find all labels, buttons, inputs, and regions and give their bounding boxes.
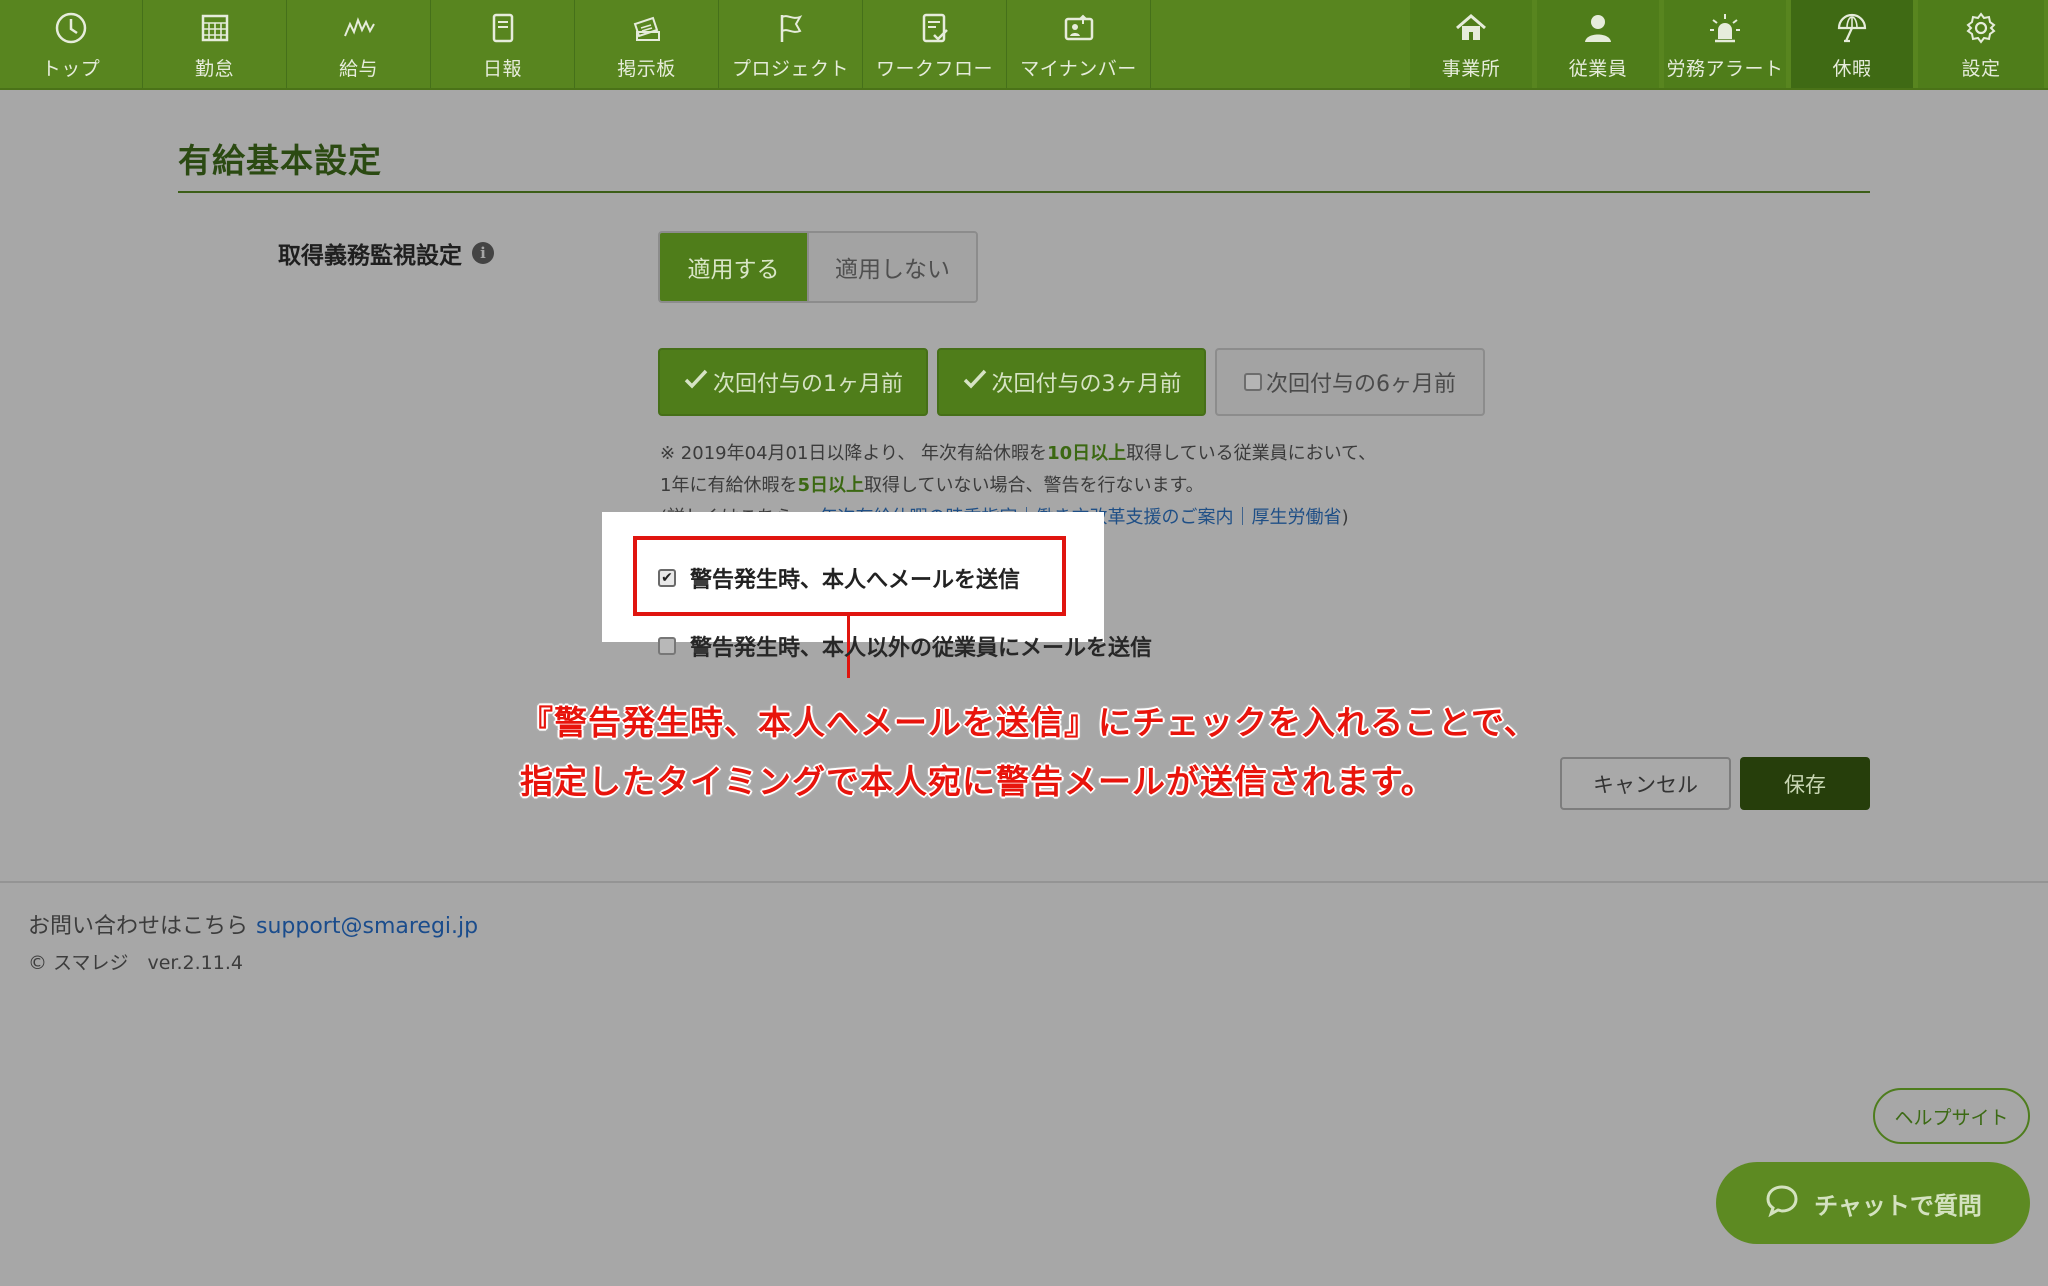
empty-checkbox-icon [1244, 373, 1262, 391]
nav-item-office[interactable]: 事業所 [1410, 0, 1532, 88]
contact-line: お問い合わせはこちら support@smaregi.jp [28, 908, 478, 940]
note-text: ) [1341, 507, 1349, 528]
clock-icon [51, 8, 91, 48]
checkmark-icon [962, 366, 988, 398]
nav-item-project[interactable]: プロジェクト [719, 0, 863, 88]
timing-6-month-button[interactable]: 次回付与の6ヶ月前 [1215, 348, 1485, 416]
nav-item-workflow[interactable]: ワークフロー [863, 0, 1007, 88]
nav-label: 休暇 [1832, 57, 1872, 80]
notify-others-label: 警告発生時、本人以外の従業員にメールを送信 [690, 636, 1153, 661]
timing-label: 次回付与の1ヶ月前 [713, 372, 903, 397]
zigzag-chart-icon [339, 8, 379, 48]
nav-item-board[interactable]: 掲示板 [575, 0, 719, 88]
nav-item-labor-alert[interactable]: 労務アラート [1664, 0, 1786, 88]
nav-label: トップ [41, 57, 101, 80]
notify-others-option[interactable]: 警告発生時、本人以外の従業員にメールを送信 [658, 630, 1152, 662]
copyright: © スマレジ ver.2.11.4 [28, 952, 243, 974]
chat-bubble-icon [1764, 1182, 1800, 1224]
nav-label: 従業員 [1568, 57, 1628, 80]
annotation-line-2: 指定したタイミングで本人宛に警告メールが送信されます。 [520, 762, 1435, 801]
apply-off-button[interactable]: 適用しない [807, 233, 976, 301]
support-email-link[interactable]: support@smaregi.jp [256, 914, 478, 939]
info-icon[interactable]: i [472, 242, 494, 264]
nav-label: マイナンバー [1020, 57, 1137, 80]
timing-label: 次回付与の6ヶ月前 [1266, 372, 1456, 397]
timing-3-month-button[interactable]: 次回付与の3ヶ月前 [937, 348, 1206, 416]
timing-label: 次回付与の3ヶ月前 [991, 372, 1182, 397]
help-site-button[interactable]: ヘルプサイト [1873, 1088, 2030, 1144]
person-icon [1578, 8, 1618, 48]
nav-label: ワークフロー [875, 57, 993, 80]
nav-item-attendance[interactable]: 勤怠 [143, 0, 287, 88]
note-highlight: 5日以上 [797, 475, 864, 496]
field-label: 取得義務監視設定 i [278, 236, 494, 270]
footer-divider [0, 881, 2048, 883]
page-title: 有給基本設定 [178, 141, 382, 180]
note-text: 取得していない場合、警告を行ないます。 [863, 475, 1204, 496]
nav-label: 掲示板 [617, 57, 676, 80]
note-text: 取得している従業員において、 [1126, 443, 1377, 464]
top-navigation: トップ 勤怠 給与 日報 掲示板 プロジェクト ワークフロー マイナンバー 事業… [0, 0, 2048, 90]
note-text: 1年に有給休暇を [660, 475, 798, 496]
note-line-2: 1年に有給休暇を5日以上取得していない場合、警告を行ないます。 [660, 470, 1376, 502]
nav-label: プロジェクト [731, 57, 849, 80]
nav-item-settings[interactable]: 設定 [1918, 0, 2044, 88]
apply-on-button[interactable]: 適用する [660, 233, 807, 301]
nav-label: 事業所 [1441, 57, 1501, 80]
home-icon [1451, 8, 1491, 48]
field-label-text: 取得義務監視設定 [278, 243, 462, 269]
board-icon [627, 8, 667, 48]
checkmark-icon [683, 366, 709, 398]
note-highlight: 10日以上 [1047, 443, 1127, 464]
nav-item-my-number[interactable]: マイナンバー [1007, 0, 1151, 88]
nav-item-payroll[interactable]: 給与 [287, 0, 431, 88]
chat-button[interactable]: チャットで質問 [1716, 1162, 2030, 1244]
note-text: ※ 2019年04月01日以降より、 年次有給休暇を [660, 443, 1048, 464]
calendar-grid-icon [195, 8, 235, 48]
gear-icon [1961, 8, 2001, 48]
nav-label: 日報 [482, 57, 522, 80]
annotation-line-1: 『警告発生時、本人へメールを送信』にチェックを入れることで、 [520, 703, 1538, 742]
nav-label: 給与 [338, 57, 378, 80]
nav-item-leave[interactable]: 休暇 [1791, 0, 1913, 88]
note-line-1: ※ 2019年04月01日以降より、 年次有給休暇を10日以上取得している従業員… [660, 438, 1376, 470]
nav-item-top[interactable]: トップ [0, 0, 143, 88]
notebook-icon [483, 8, 523, 48]
nav-item-daily-report[interactable]: 日報 [431, 0, 575, 88]
siren-icon [1705, 8, 1745, 48]
nav-label: 設定 [1961, 57, 2001, 80]
umbrella-icon [1832, 8, 1872, 48]
cancel-button[interactable]: キャンセル [1560, 757, 1731, 810]
nav-label: 勤怠 [194, 57, 234, 80]
timing-1-month-button[interactable]: 次回付与の1ヶ月前 [658, 348, 928, 416]
document-check-icon [915, 8, 955, 48]
nav-label: 労務アラート [1666, 57, 1784, 80]
id-card-icon [1059, 8, 1099, 48]
save-button[interactable]: 保存 [1740, 757, 1870, 810]
flag-icon [771, 8, 811, 48]
nav-item-employees[interactable]: 従業員 [1537, 0, 1659, 88]
annotation-highlight-box [633, 536, 1066, 616]
chat-label: チャットで質問 [1814, 1191, 1982, 1220]
apply-toggle: 適用する 適用しない [658, 231, 978, 303]
notify-others-checkbox[interactable] [658, 637, 676, 655]
title-divider [178, 191, 1870, 193]
contact-text: お問い合わせはこちら [28, 914, 249, 939]
